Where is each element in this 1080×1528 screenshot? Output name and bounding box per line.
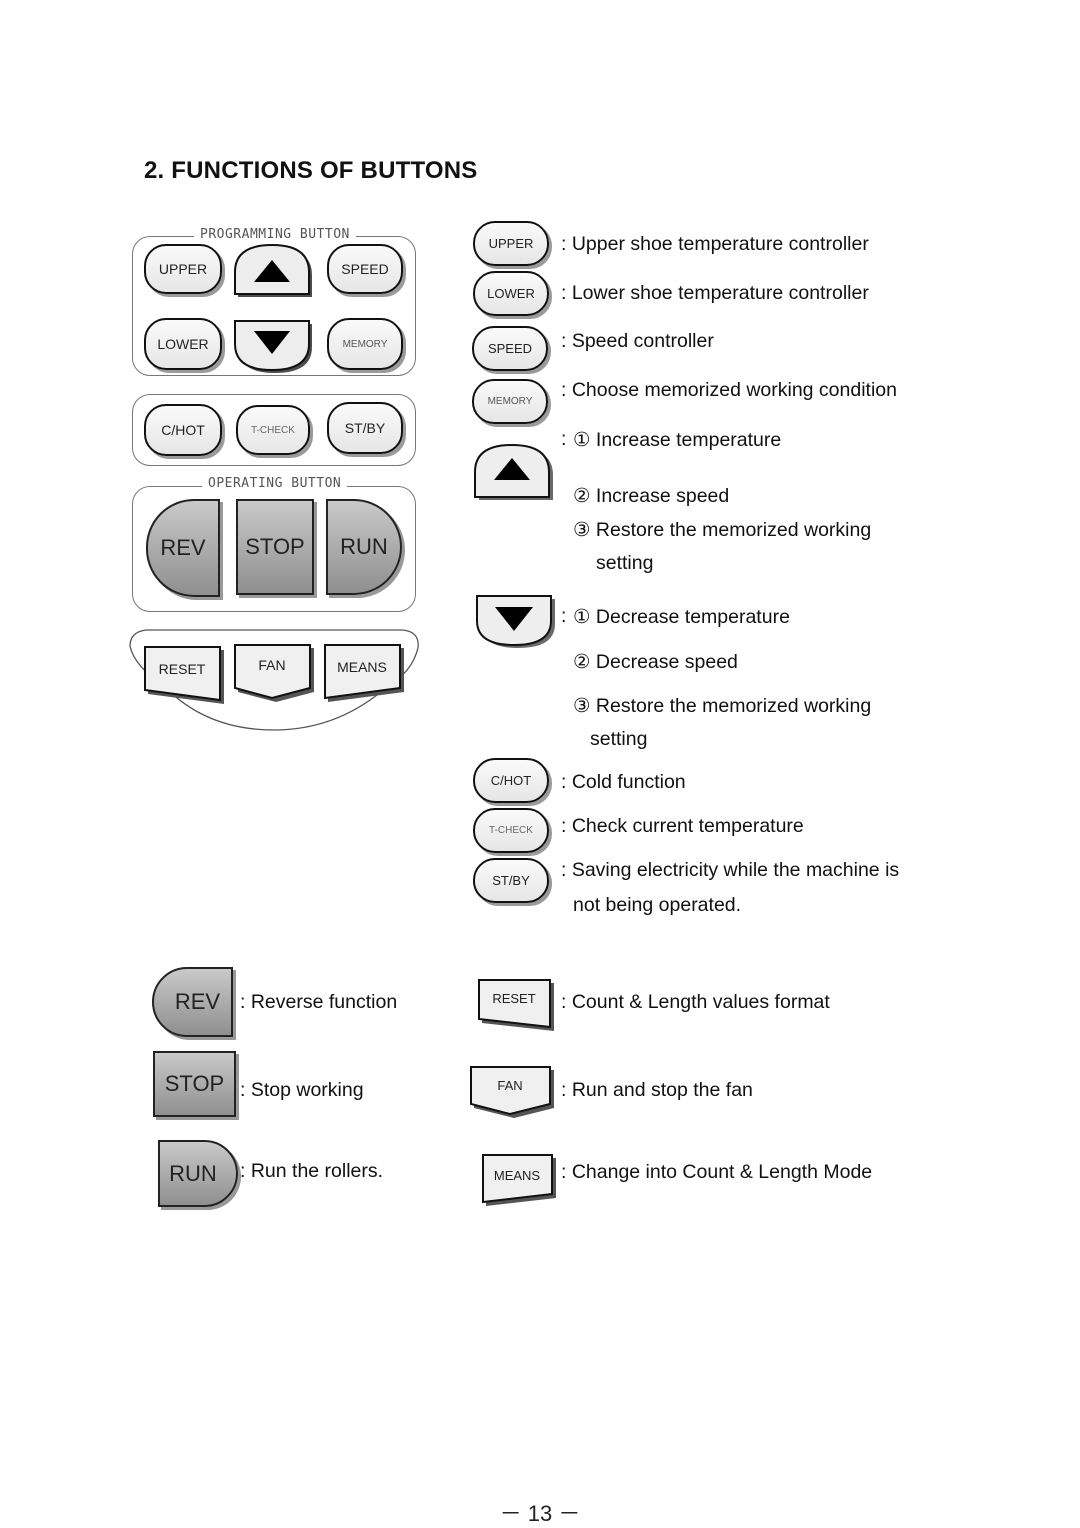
stby-description-cont: not being operated. xyxy=(573,894,742,916)
down-colon: : xyxy=(561,605,567,627)
legend-speed-button: SPEED xyxy=(472,326,548,371)
up-item-2: ② Increase speed xyxy=(573,485,730,507)
legend-reset-label: RESET xyxy=(492,991,535,1006)
panel-upper-button[interactable]: UPPER xyxy=(144,244,222,294)
panel-stop-button[interactable]: STOP xyxy=(236,499,314,595)
panel-reset-button[interactable]: RESET xyxy=(142,644,226,706)
rev-description: : Reverse function xyxy=(240,991,398,1013)
panel-lower-button[interactable]: LOWER xyxy=(144,318,222,370)
tcheck-description: : Check current temperature xyxy=(561,815,804,837)
legend-lower-button: LOWER xyxy=(473,271,549,316)
legend-stby-button: ST/BY xyxy=(473,858,549,903)
panel-fan-label: FAN xyxy=(258,657,285,673)
legend-stop-button: STOP xyxy=(153,1051,236,1117)
legend-fan-label: FAN xyxy=(497,1078,522,1093)
panel-memory-button[interactable]: MEMORY xyxy=(327,318,403,370)
legend-down-arrow-button xyxy=(476,595,555,648)
legend-memory-button: MEMORY xyxy=(472,379,548,424)
upper-description: : Upper shoe temperature controller xyxy=(561,233,869,255)
page-number: － 13 － xyxy=(499,1501,581,1526)
legend-up-arrow-button xyxy=(474,443,553,500)
panel-means-label: MEANS xyxy=(337,659,387,675)
operating-panel-label: OPERATING BUTTON xyxy=(202,476,348,491)
means-description: : Change into Count & Length Mode xyxy=(561,1161,873,1183)
reset-description: : Count & Length values format xyxy=(561,991,830,1013)
legend-rev-button: REV xyxy=(152,967,233,1037)
panel-speed-button[interactable]: SPEED xyxy=(327,244,403,294)
fan-description: : Run and stop the fan xyxy=(561,1079,753,1101)
panel-means-button[interactable]: MEANS xyxy=(322,642,406,704)
legend-fan-button: FAN xyxy=(470,1066,554,1118)
control-panel-diagram: PROGRAMMING BUTTON UPPER SPEED LOWER MEM… xyxy=(128,222,423,737)
legend-tcheck-button: T-CHECK xyxy=(473,808,549,853)
down-item-1: ① Decrease temperature xyxy=(573,606,790,628)
up-item-3-cont: setting xyxy=(596,552,654,574)
programming-panel-label: PROGRAMMING BUTTON xyxy=(194,227,356,242)
legend-means-label: MEANS xyxy=(494,1168,541,1183)
panel-down-arrow-button[interactable] xyxy=(232,318,314,374)
panel-fan-button[interactable]: FAN xyxy=(232,642,316,704)
stop-description: : Stop working xyxy=(240,1079,364,1101)
up-item-3: ③ Restore the memorized working xyxy=(573,519,872,541)
section-title: 2. FUNCTIONS OF BUTTONS xyxy=(144,157,478,184)
panel-tcheck-button[interactable]: T-CHECK xyxy=(236,405,310,455)
panel-stby-button[interactable]: ST/BY xyxy=(327,402,403,454)
legend-means-button: MEANS xyxy=(482,1154,556,1206)
speed-description: : Speed controller xyxy=(561,330,714,352)
lower-description: : Lower shoe temperature controller xyxy=(561,282,869,304)
legend-upper-button: UPPER xyxy=(473,221,549,266)
panel-chot-button[interactable]: C/HOT xyxy=(144,404,222,456)
down-item-3: ③ Restore the memorized working xyxy=(573,695,872,717)
up-colon: : xyxy=(561,428,567,450)
down-item-2: ② Decrease speed xyxy=(573,651,738,673)
memory-description: : Choose memorized working condition xyxy=(561,379,897,401)
up-item-1: ① Increase temperature xyxy=(573,429,782,451)
stby-description: : Saving electricity while the machine i… xyxy=(561,859,900,881)
run-description: : Run the rollers. xyxy=(240,1160,384,1182)
chot-description: : Cold function xyxy=(561,771,686,793)
panel-up-arrow-button[interactable] xyxy=(232,242,314,298)
down-item-3-cont: setting xyxy=(590,728,648,750)
panel-reset-label: RESET xyxy=(159,661,206,677)
legend-chot-button: C/HOT xyxy=(473,758,549,803)
legend-reset-button: RESET xyxy=(478,979,554,1031)
legend-run-button: RUN xyxy=(158,1140,238,1207)
